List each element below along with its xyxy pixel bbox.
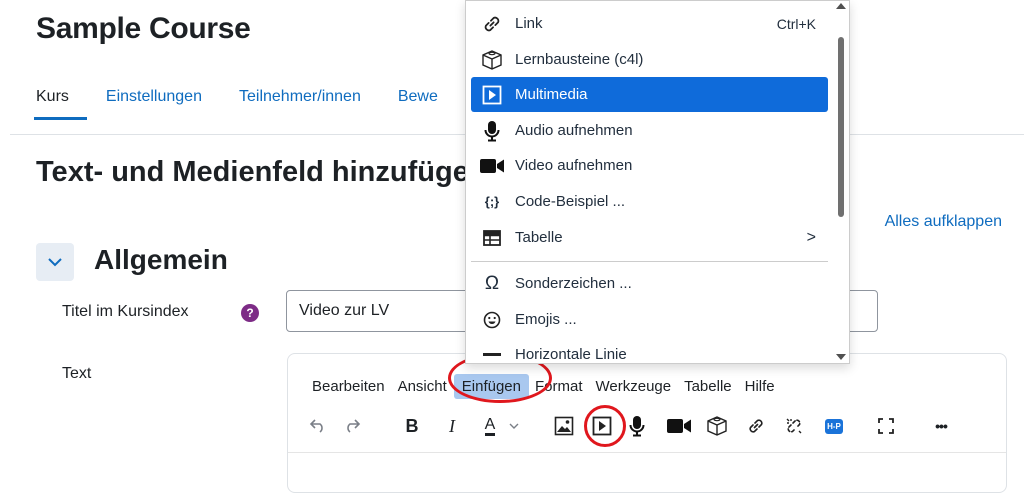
- menu-tabelle[interactable]: Tabelle: [684, 374, 732, 399]
- microphone-icon[interactable]: [625, 410, 649, 442]
- menu-item-lernbausteine[interactable]: Lernbausteine (c4l): [471, 42, 828, 77]
- cube-icon[interactable]: [704, 410, 730, 442]
- page-heading: Text- und Medienfeld hinzufügen: [36, 156, 466, 188]
- table-icon: [475, 229, 509, 246]
- menu-hilfe[interactable]: Hilfe: [745, 374, 775, 399]
- menu-bearbeiten[interactable]: Bearbeiten: [312, 374, 385, 399]
- menu-item-horizontale-linie[interactable]: Horizontale Linie: [471, 337, 828, 363]
- image-icon[interactable]: [552, 410, 576, 442]
- menu-item-tabelle[interactable]: Tabelle >: [471, 220, 828, 255]
- link-icon: [475, 13, 509, 35]
- cube-icon: [475, 49, 509, 71]
- code-icon: {;}: [484, 194, 500, 209]
- menu-item-sonderzeichen[interactable]: Ω Sonderzeichen ...: [471, 266, 828, 301]
- emoji-icon: [475, 311, 509, 329]
- fullscreen-icon[interactable]: [874, 410, 898, 442]
- editor-content-divider: [288, 452, 1006, 453]
- text-color-icon[interactable]: A: [478, 410, 502, 442]
- course-tabs: Kurs Einstellungen Teilnehmer/innen Bewe: [34, 88, 475, 120]
- section-collapse-button[interactable]: [36, 243, 74, 281]
- chevron-down-icon: [48, 257, 62, 266]
- more-icon[interactable]: •••: [926, 410, 956, 442]
- tab-kurs[interactable]: Kurs: [34, 88, 87, 120]
- menu-item-code[interactable]: {;} Code-Beispiel ...: [471, 184, 828, 219]
- scroll-down-icon: [836, 354, 846, 360]
- unlink-icon[interactable]: [782, 410, 806, 442]
- title-field-label: Titel im Kursindex: [62, 303, 189, 320]
- bold-icon[interactable]: B: [400, 410, 424, 442]
- undo-icon[interactable]: [306, 410, 330, 442]
- menu-separator: [471, 261, 828, 262]
- chevron-right-icon: >: [806, 228, 816, 246]
- menu-ansicht[interactable]: Ansicht: [398, 374, 447, 399]
- expand-all-link[interactable]: Alles aufklappen: [885, 213, 1002, 231]
- video-camera-icon[interactable]: [666, 410, 692, 442]
- text-field-label: Text: [62, 365, 92, 382]
- chevron-down-icon[interactable]: [506, 410, 522, 442]
- media-icon: [475, 85, 509, 105]
- menu-item-link[interactable]: Link Ctrl+K: [471, 6, 828, 41]
- menu-scrollbar[interactable]: [833, 1, 849, 363]
- italic-icon[interactable]: I: [440, 410, 464, 442]
- section-title: Allgemein: [94, 244, 228, 275]
- omega-icon: Ω: [484, 272, 500, 294]
- help-icon[interactable]: ?: [241, 304, 259, 322]
- shortcut-label: Ctrl+K: [776, 15, 816, 32]
- hr-icon: [475, 352, 509, 357]
- insert-menu-dropdown: Link Ctrl+K Lernbausteine (c4l) Multimed…: [465, 0, 850, 364]
- tab-einstellungen[interactable]: Einstellungen: [106, 88, 202, 120]
- tab-bewertungen[interactable]: Bewe: [398, 88, 438, 120]
- menu-item-multimedia[interactable]: Multimedia: [471, 77, 828, 112]
- scrollbar-thumb[interactable]: [838, 37, 844, 217]
- link-icon[interactable]: [744, 410, 768, 442]
- h5p-icon[interactable]: H-P: [822, 410, 846, 442]
- redo-icon[interactable]: [340, 410, 364, 442]
- scroll-up-icon: [836, 3, 846, 9]
- course-title: Sample Course: [36, 12, 251, 45]
- menu-item-emojis[interactable]: Emojis ...: [471, 302, 828, 337]
- microphone-icon: [475, 120, 509, 142]
- menu-item-audio[interactable]: Audio aufnehmen: [471, 113, 828, 148]
- menu-werkzeuge[interactable]: Werkzeuge: [596, 374, 672, 399]
- menu-item-video[interactable]: Video aufnehmen: [471, 148, 828, 183]
- annotation-circle-media: [584, 405, 626, 447]
- video-camera-icon: [475, 158, 509, 174]
- tab-teilnehmer[interactable]: Teilnehmer/innen: [239, 88, 361, 120]
